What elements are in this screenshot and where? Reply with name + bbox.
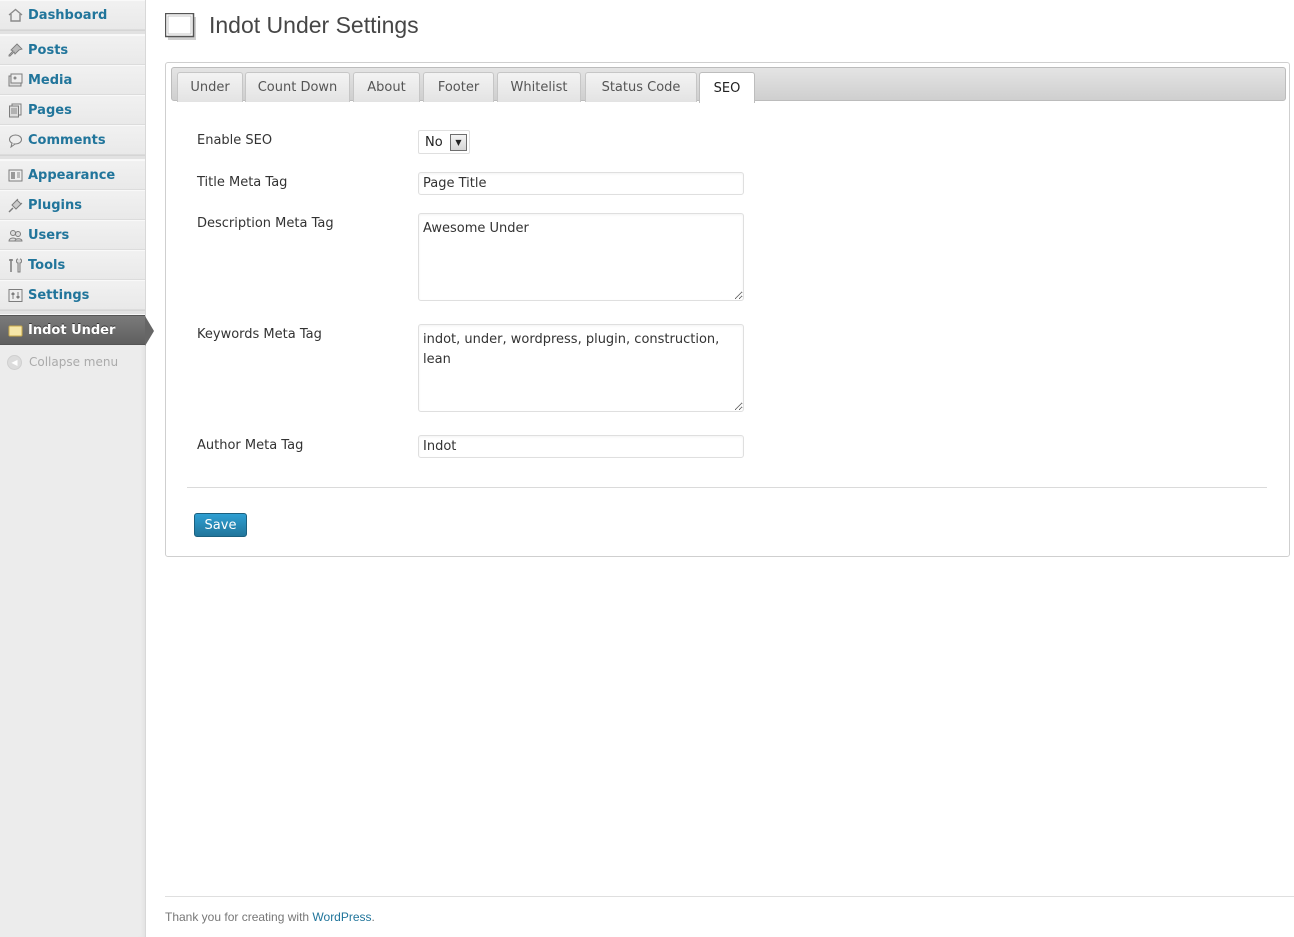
sidebar-item-tools[interactable]: Tools: [0, 250, 145, 280]
sidebar-item-dashboard[interactable]: Dashboard: [0, 0, 145, 30]
keywords-meta-label: Keywords Meta Tag: [197, 327, 322, 342]
sidebar-item-pages[interactable]: Pages: [0, 95, 145, 125]
description-meta-label: Description Meta Tag: [197, 216, 334, 231]
tab-whitelist[interactable]: Whitelist: [497, 72, 581, 102]
description-meta-textarea[interactable]: Awesome Under: [418, 213, 744, 301]
tab-footer[interactable]: Footer: [423, 72, 494, 102]
save-button[interactable]: Save: [194, 513, 247, 537]
dashboard-icon: [7, 7, 23, 23]
author-meta-input[interactable]: [418, 435, 744, 458]
footer: Thank you for creating with WordPress.: [165, 910, 375, 924]
sidebar-item-plugins[interactable]: Plugins: [0, 190, 145, 220]
collapse-menu-label: Collapse menu: [29, 355, 119, 369]
tab-seo[interactable]: SEO: [699, 72, 755, 103]
wordpress-link[interactable]: WordPress: [312, 910, 371, 924]
collapse-arrow-icon: ◀: [7, 354, 22, 370]
enable-seo-label: Enable SEO: [197, 133, 273, 148]
page-title: Indot Under Settings: [209, 12, 419, 38]
settings-icon: [7, 287, 23, 303]
screen-icon: [164, 12, 197, 41]
sidebar-item-label: Dashboard: [28, 7, 108, 23]
admin-sidebar: Dashboard Posts Media Pages Comments App…: [0, 0, 154, 937]
pages-icon: [7, 102, 23, 118]
keywords-meta-textarea[interactable]: indot, under, wordpress, plugin, constru…: [418, 324, 744, 412]
title-meta-input[interactable]: [418, 172, 744, 195]
title-meta-label: Title Meta Tag: [197, 175, 288, 190]
enable-seo-value: No: [425, 135, 443, 150]
tab-count-down[interactable]: Count Down: [245, 72, 350, 102]
chevron-down-icon: ▼: [450, 134, 467, 151]
tab-status-code[interactable]: Status Code: [585, 72, 697, 102]
sidebar-item-label: Users: [28, 227, 70, 243]
appearance-icon: [7, 167, 23, 183]
sidebar-item-label: Indot Under: [28, 322, 116, 338]
collapse-menu-button[interactable]: ◀ Collapse menu: [0, 350, 145, 374]
footer-divider: [165, 896, 1294, 897]
settings-panel: Under Count Down About Footer Whitelist …: [165, 62, 1290, 557]
enable-seo-select[interactable]: No ▼: [418, 130, 470, 154]
sidebar-item-posts[interactable]: Posts: [0, 35, 145, 65]
tools-icon: [7, 257, 23, 273]
pin-icon: [7, 42, 23, 58]
tab-bar: Under Count Down About Footer Whitelist …: [171, 67, 1286, 103]
sidebar-item-label: Pages: [28, 102, 72, 118]
author-meta-label: Author Meta Tag: [197, 438, 304, 453]
sidebar-item-users[interactable]: Users: [0, 220, 145, 250]
sidebar-item-label: Appearance: [28, 167, 116, 183]
users-icon: [7, 227, 23, 243]
media-icon: [7, 72, 23, 88]
sidebar-item-settings[interactable]: Settings: [0, 280, 145, 310]
sidebar-item-label: Settings: [28, 287, 90, 303]
indot-under-icon: [7, 322, 23, 338]
plug-icon: [7, 197, 23, 213]
tab-about[interactable]: About: [353, 72, 420, 102]
sidebar-item-label: Comments: [28, 132, 106, 148]
comment-icon: [7, 132, 23, 148]
sidebar-item-label: Posts: [28, 42, 69, 58]
footer-text: Thank you for creating with: [165, 910, 313, 924]
footer-suffix: .: [371, 910, 375, 924]
sidebar-item-comments[interactable]: Comments: [0, 125, 145, 155]
form-divider: [187, 487, 1267, 488]
sidebar-item-label: Plugins: [28, 197, 82, 213]
sidebar-item-media[interactable]: Media: [0, 65, 145, 95]
tab-under[interactable]: Under: [177, 72, 243, 102]
sidebar-item-indot-under[interactable]: Indot Under: [0, 315, 154, 346]
sidebar-item-label: Media: [28, 72, 73, 88]
sidebar-item-label: Tools: [28, 257, 66, 273]
sidebar-item-appearance[interactable]: Appearance: [0, 160, 145, 190]
